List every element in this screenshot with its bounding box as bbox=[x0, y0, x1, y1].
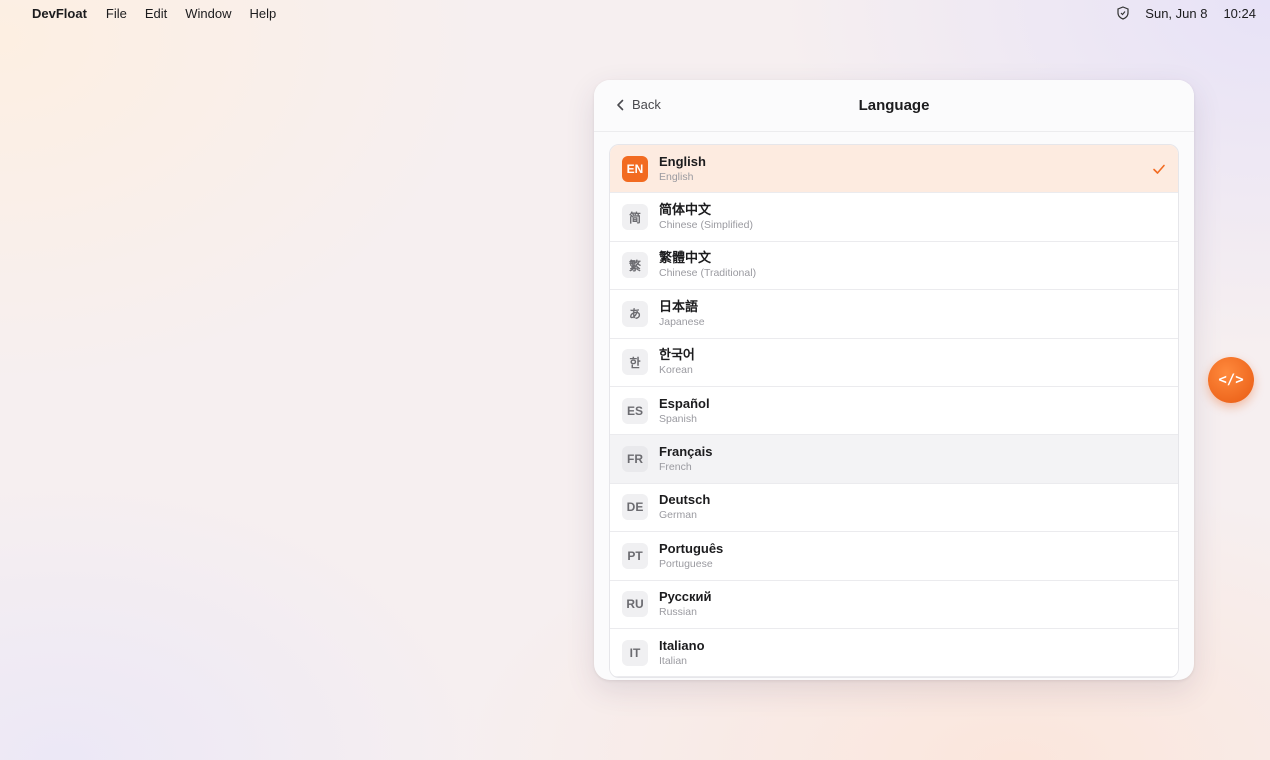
language-native-name: 简体中文 bbox=[659, 202, 712, 218]
language-native-name: English bbox=[659, 153, 706, 169]
menu-window[interactable]: Window bbox=[185, 6, 231, 21]
menubar-date[interactable]: Sun, Jun 8 bbox=[1145, 6, 1207, 21]
language-native-name: 繁體中文 bbox=[659, 250, 712, 266]
language-native-name: 日本語 bbox=[659, 298, 699, 314]
menubar-time[interactable]: 10:24 bbox=[1223, 6, 1256, 21]
language-english-name: Portuguese bbox=[659, 557, 713, 570]
language-english-name: French bbox=[659, 461, 692, 474]
menu-help[interactable]: Help bbox=[250, 6, 277, 21]
language-code-badge: FR bbox=[622, 446, 648, 473]
checkmark-icon bbox=[1152, 162, 1166, 176]
language-code-badge: あ bbox=[622, 300, 648, 327]
panel-header: Back Language bbox=[594, 80, 1194, 132]
language-english-name: Japanese bbox=[659, 315, 705, 328]
language-native-name: Français bbox=[659, 444, 713, 460]
language-code-badge: 繁 bbox=[622, 252, 648, 279]
language-code-badge: PT bbox=[622, 542, 648, 569]
language-code-badge: IT bbox=[622, 639, 648, 666]
language-row-french[interactable]: FR Français French bbox=[610, 435, 1178, 484]
language-list: EN English English 简 简体中文 Chinese (Simpl… bbox=[609, 144, 1179, 679]
language-row-japanese[interactable]: あ 日本語 Japanese bbox=[610, 290, 1178, 339]
menu-bar: DevFloat File Edit Window Help Sun, Jun … bbox=[0, 0, 1270, 26]
language-english-name: German bbox=[659, 509, 697, 522]
language-code-badge: ES bbox=[622, 397, 648, 424]
language-row-korean[interactable]: 한 한국어 Korean bbox=[610, 338, 1178, 387]
app-menu[interactable]: DevFloat bbox=[32, 6, 87, 21]
language-english-name: Chinese (Simplified) bbox=[659, 219, 753, 232]
language-english-name: Korean bbox=[659, 364, 693, 377]
menu-edit[interactable]: Edit bbox=[145, 6, 167, 21]
language-row-russian[interactable]: RU Русский Russian bbox=[610, 580, 1178, 629]
language-row-italian[interactable]: IT Italiano Italian bbox=[610, 628, 1178, 678]
language-row-portuguese[interactable]: PT Português Portuguese bbox=[610, 532, 1178, 581]
language-english-name: English bbox=[659, 170, 694, 183]
language-row-german[interactable]: DE Deutsch German bbox=[610, 483, 1178, 533]
code-icon: </> bbox=[1218, 372, 1244, 388]
language-code-badge: EN bbox=[622, 155, 648, 182]
menu-file[interactable]: File bbox=[106, 6, 127, 21]
language-code-badge: DE bbox=[622, 494, 648, 521]
language-english-name: Russian bbox=[659, 606, 697, 619]
page-title: Language bbox=[858, 97, 930, 114]
shield-icon[interactable] bbox=[1117, 6, 1131, 20]
language-code-badge: 简 bbox=[622, 204, 648, 231]
language-code-badge: 한 bbox=[622, 349, 648, 376]
language-row-chinese-simplified[interactable]: 简 简体中文 Chinese (Simplified) bbox=[610, 193, 1178, 242]
language-row-english[interactable]: EN English English bbox=[610, 145, 1178, 194]
code-toggle-button[interactable]: </> bbox=[1208, 357, 1254, 403]
language-native-name: Português bbox=[659, 540, 724, 556]
language-row-spanish[interactable]: ES Español Spanish bbox=[610, 386, 1178, 436]
language-panel: Back Language EN English English 简 简体中文 … bbox=[594, 80, 1194, 680]
language-row-chinese-traditional[interactable]: 繁 繁體中文 Chinese (Traditional) bbox=[610, 241, 1178, 291]
language-english-name: Italian bbox=[659, 654, 688, 667]
language-code-badge: RU bbox=[622, 591, 648, 618]
language-native-name: 한국어 bbox=[659, 347, 695, 363]
language-native-name: Русский bbox=[659, 589, 712, 605]
language-english-name: Chinese (Traditional) bbox=[659, 267, 757, 280]
language-native-name: Español bbox=[659, 395, 710, 411]
language-native-name: Italiano bbox=[659, 637, 705, 653]
language-english-name: Spanish bbox=[659, 412, 697, 425]
language-native-name: Deutsch bbox=[659, 492, 711, 508]
